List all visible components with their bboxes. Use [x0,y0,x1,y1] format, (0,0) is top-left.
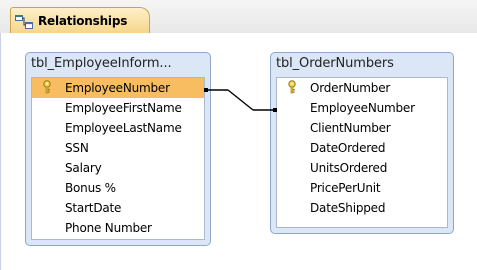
primary-key-icon [287,80,297,94]
field-employee-first-name[interactable]: EmployeeFirstName [32,98,204,118]
field-ssn[interactable]: SSN [32,138,204,158]
primary-key-icon [42,80,52,94]
field-label: StartDate [65,201,122,215]
field-units-ordered[interactable]: UnitsOrdered [277,158,447,178]
table-window-employee-information[interactable]: tbl_EmployeeInform... EmployeeNumber Emp… [25,52,211,246]
field-label: DateOrdered [310,141,386,155]
field-label: PricePerUnit [310,181,381,195]
field-employee-last-name[interactable]: EmployeeLastName [32,118,204,138]
field-phone-number[interactable]: Phone Number [32,218,204,238]
field-label: SSN [65,141,89,155]
field-label: Salary [65,161,102,175]
field-start-date[interactable]: StartDate [32,198,204,218]
document-tab-strip: Relationships [0,0,477,34]
field-date-ordered[interactable]: DateOrdered [277,138,447,158]
tab-label: Relationships [38,13,128,28]
field-label: OrderNumber [310,81,391,95]
table-window-order-numbers[interactable]: tbl_OrderNumbers OrderNumber EmployeeNum… [270,52,454,234]
field-label: DateShipped [310,201,386,215]
field-list[interactable]: OrderNumber EmployeeNumber ClientNumber … [276,77,448,228]
field-price-per-unit[interactable]: PricePerUnit [277,178,447,198]
field-label: EmployeeNumber [65,81,170,95]
table-title[interactable]: tbl_EmployeeInform... [26,53,210,75]
field-label: Bonus % [65,181,116,195]
field-label: EmployeeLastName [65,121,182,135]
field-list[interactable]: EmployeeNumber EmployeeFirstName Employe… [31,77,205,240]
field-date-shipped[interactable]: DateShipped [277,198,447,218]
field-label: Phone Number [65,221,152,235]
relationships-icon [15,14,33,29]
field-salary[interactable]: Salary [32,158,204,178]
field-employee-number[interactable]: EmployeeNumber [277,98,447,118]
field-label: EmployeeNumber [310,101,415,115]
field-bonus[interactable]: Bonus % [32,178,204,198]
field-label: UnitsOrdered [310,161,388,175]
field-order-number[interactable]: OrderNumber [277,78,447,98]
field-label: EmployeeFirstName [65,101,182,115]
field-client-number[interactable]: ClientNumber [277,118,447,138]
table-title[interactable]: tbl_OrderNumbers [271,53,453,75]
field-label: ClientNumber [310,121,391,135]
field-employee-number[interactable]: EmployeeNumber [32,78,204,98]
tab-relationships[interactable]: Relationships [10,7,150,33]
